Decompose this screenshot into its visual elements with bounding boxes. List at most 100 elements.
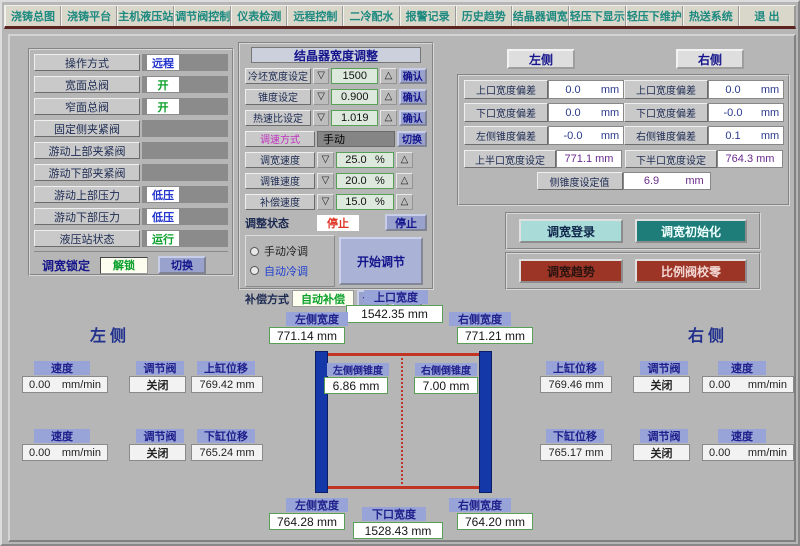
manual-cold-adjust-label: 手动冷调 — [264, 243, 308, 259]
adjust-state-label: 调整状态 — [245, 215, 315, 231]
start-adjust-button[interactable]: 开始调节 — [339, 237, 423, 285]
bottom-width-value: 1528.43 mm — [353, 522, 443, 539]
left-speed-2-field: 0.00 mm/min — [22, 444, 108, 461]
menu-item-casting-overview[interactable]: 浇铸总图 — [5, 6, 61, 26]
right-top-width-dev-row: 上口宽度偏差 0.0 mm — [624, 80, 784, 99]
left-speed-1-unit: mm/min — [62, 379, 101, 391]
comp-speed-label: 补偿速度 — [245, 194, 315, 210]
comp-speed-unit: % — [375, 196, 385, 208]
auto-cold-radio-icon[interactable] — [250, 266, 259, 275]
right-bottom-width-dev-label: 下口宽度偏差 — [624, 103, 708, 122]
top-left-width-label: 左侧宽度 — [286, 312, 348, 326]
bottom-width-label: 下口宽度 — [362, 507, 426, 521]
cold-width-spin-down-icon[interactable]: ▽ — [313, 68, 329, 84]
menu-item-instrument-check[interactable]: 仪表检测 — [231, 6, 287, 26]
comp-speed-spin-down-icon[interactable]: ▽ — [317, 194, 334, 210]
width-trend-button[interactable]: 调宽趋势 — [519, 259, 623, 283]
wide-face-valve-value: 开 — [147, 77, 179, 92]
left-speed-1-value: 0.00 — [29, 379, 50, 391]
hot-speed-spin-up-icon[interactable]: △ — [380, 110, 396, 126]
taper-confirm-button[interactable]: 确认 — [399, 89, 427, 105]
menu-item-exit[interactable]: 退 出 — [739, 6, 795, 26]
menu-item-soft-reduction-maint[interactable]: 轻压下维护 — [626, 6, 683, 26]
cold-width-confirm-button[interactable]: 确认 — [399, 68, 427, 84]
narrow-face-valve-strip: 开 — [142, 98, 228, 115]
left-taper-dev-field: -0.0 mm — [548, 126, 624, 145]
right-valve-1-value: 关闭 — [633, 376, 690, 393]
menu-item-history-trend[interactable]: 历史趋势 — [456, 6, 512, 26]
cold-width-spin-up-icon[interactable]: △ — [380, 68, 396, 84]
manual-cold-radio-icon[interactable] — [250, 247, 259, 256]
menu-item-mold-width-adjust[interactable]: 结晶器调宽 — [512, 6, 569, 26]
left-lower-cyl-pos-value: 765.24 mm — [191, 444, 263, 461]
width-lock-value: 解锁 — [100, 257, 148, 274]
comp-speed-spin-up-icon[interactable]: △ — [396, 194, 413, 210]
speed-mode-toggle-button[interactable]: 切换 — [397, 131, 427, 147]
menu-item-soft-reduction-display[interactable]: 轻压下显示 — [569, 6, 626, 26]
bottom-left-width-label: 左侧宽度 — [286, 498, 348, 512]
right-top-width-dev-value: 0.0 — [709, 84, 757, 96]
fixed-side-clamp-label: 固定侧夹紧阀 — [34, 120, 140, 137]
loose-upper-pressure-label: 游动上部压力 — [34, 186, 140, 203]
taper-spin-down-icon[interactable]: ▽ — [313, 89, 329, 105]
status-row-loose-upper-pressure: 游动上部压力 低压 — [34, 185, 228, 204]
menu-item-valve-control[interactable]: 调节阀控制 — [174, 6, 231, 26]
left-speed-2-value: 0.00 — [29, 447, 50, 459]
taper-setpoint-row: 侧锥度设定值 6.9 mm — [464, 172, 783, 190]
menu-item-hot-delivery[interactable]: 热送系统 — [683, 6, 739, 26]
operation-mode-strip: 远程 — [142, 54, 228, 71]
operation-mode-value: 远程 — [147, 55, 179, 70]
width-speed-spin-up-icon[interactable]: △ — [396, 152, 413, 168]
menu-item-casting-platform[interactable]: 浇铸平台 — [61, 6, 117, 26]
taper-set-row: 锥度设定 ▽ 0.900 △ 确认 — [245, 87, 427, 106]
width-login-button[interactable]: 调宽登录 — [519, 219, 623, 243]
menu-item-secondary-cooling[interactable]: 二冷配水 — [343, 6, 399, 26]
upper-width-set-group: 上半口宽度设定 771.1 mm — [464, 150, 622, 168]
mold-bottom-line — [328, 486, 479, 489]
taper-spin-up-icon[interactable]: △ — [380, 89, 396, 105]
deviation-panel: 上口宽度偏差 0.0 mm 下口宽度偏差 0.0 mm 左侧锥度偏差 — [457, 74, 790, 206]
manual-cold-adjust-option[interactable]: 手动冷调 — [250, 243, 330, 259]
menu-item-hydraulic-station[interactable]: 主机液压站 — [117, 6, 174, 26]
loose-lower-pressure-strip: 低压 — [142, 208, 228, 225]
right-speed-1-unit: mm/min — [748, 379, 787, 391]
status-row-loose-lower-clamp: 游动下部夹紧阀 — [34, 163, 228, 182]
auto-cold-adjust-label: 自动冷调 — [264, 263, 308, 279]
right-station-header: 右侧 — [688, 322, 728, 346]
top-menu-bar: 浇铸总图 浇铸平台 主机液压站 调节阀控制 仪表检测 远程控制 二冷配水 报警记… — [4, 5, 796, 29]
right-upper-cyl-pos-label: 上缸位移 — [546, 361, 604, 375]
fixed-side-clamp-strip — [142, 120, 228, 137]
stop-button[interactable]: 停止 — [385, 214, 427, 231]
taper-set-value-number: 6.9 — [624, 175, 680, 187]
auto-cold-adjust-option[interactable]: 自动冷调 — [250, 263, 330, 279]
left-speed-1-field: 0.00 mm/min — [22, 376, 108, 393]
width-init-button[interactable]: 调宽初始化 — [635, 219, 747, 243]
top-width-label: 上口宽度 — [364, 290, 428, 304]
width-speed-label: 调宽速度 — [245, 152, 315, 168]
narrow-face-valve-value: 开 — [147, 99, 179, 114]
width-speed-spin-down-icon[interactable]: ▽ — [317, 152, 334, 168]
top-right-width-label: 右侧宽度 — [449, 312, 511, 326]
left-taper-value: 6.86 mm — [324, 377, 388, 394]
width-lock-toggle-button[interactable]: 切换 — [158, 256, 206, 274]
menu-item-remote-control[interactable]: 远程控制 — [287, 6, 343, 26]
lower-width-set-group: 下半口宽度设定 764.3 mm — [625, 150, 783, 168]
hot-speed-spin-down-icon[interactable]: ▽ — [313, 110, 329, 126]
right-taper-dev-field: 0.1 mm — [708, 126, 784, 145]
hot-speed-confirm-button[interactable]: 确认 — [399, 110, 427, 126]
left-side-header: 左侧 — [507, 49, 575, 69]
taper-speed-row: 调锥速度 ▽ 20.0 % △ — [245, 171, 427, 190]
menu-item-alarm-record[interactable]: 报警记录 — [400, 6, 456, 26]
taper-speed-spin-down-icon[interactable]: ▽ — [317, 173, 334, 189]
prop-valve-zero-button[interactable]: 比例阀校零 — [635, 259, 747, 283]
width-speed-field: 25.0 % — [336, 152, 394, 168]
taper-speed-spin-up-icon[interactable]: △ — [396, 173, 413, 189]
left-taper-dev-value: -0.0 — [549, 130, 597, 142]
left-speed-2-unit: mm/min — [62, 447, 101, 459]
loose-lower-pressure-value: 低压 — [147, 209, 179, 224]
taper-speed-unit: % — [375, 175, 385, 187]
right-speed-2-label: 速度 — [718, 429, 766, 443]
right-taper-label: 右侧倒锥度 — [415, 363, 477, 376]
loose-upper-clamp-label: 游动上部夹紧阀 — [34, 142, 140, 159]
right-taper-value: 7.00 mm — [414, 377, 478, 394]
